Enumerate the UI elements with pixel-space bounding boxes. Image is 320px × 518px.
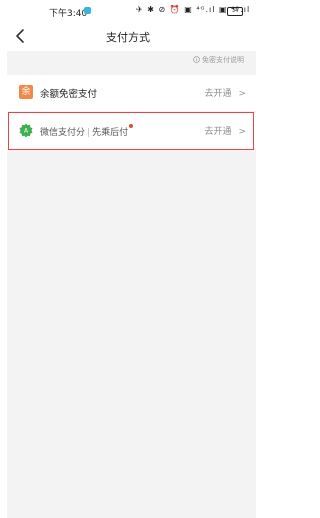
activate-label: 去开通 xyxy=(204,89,232,99)
balance-activate-button[interactable]: 去开通 > xyxy=(204,86,246,99)
balance-payment-row[interactable]: 余 余额免密支付 去开通 > xyxy=(7,75,256,111)
wechat-activate-button[interactable]: 去开通 > xyxy=(204,124,246,137)
chevron-right-icon: > xyxy=(238,127,246,137)
balance-payment-label: 余额免密支付 xyxy=(40,89,98,100)
chevron-right-icon: > xyxy=(238,89,246,99)
notification-icon xyxy=(84,7,91,14)
wechat-payscore-title: 微信支付分 xyxy=(40,128,86,138)
pay-later-label: 先乘后付 xyxy=(92,128,129,138)
payment-explain-link[interactable]: 免密支付说明 xyxy=(192,55,244,65)
battery-icon: 34 xyxy=(227,7,243,16)
balance-icon: 余 xyxy=(19,85,33,99)
payment-explain-label: 免密支付说明 xyxy=(202,56,244,64)
payment-methods-page: 免密支付说明 余 余额免密支付 去开通 > A 微信支付分 | 先乘后付 去开通 > xyxy=(7,51,256,518)
status-bar: 下午3:40 ✈ ✱ ⊘ ⏰ ▣ ⁴ᴳ.ıl ▣ ⁴ᴳ.ıl 34 xyxy=(0,0,256,22)
status-time: 下午3:40 xyxy=(49,9,88,19)
info-circle-icon xyxy=(192,56,200,63)
activate-label: 去开通 xyxy=(204,127,232,137)
page-title: 支付方式 xyxy=(106,31,150,44)
wechat-payscore-icon: A xyxy=(19,123,33,137)
label-separator: | xyxy=(87,128,91,138)
wechat-payscore-row[interactable]: A 微信支付分 | 先乘后付 去开通 > xyxy=(7,113,256,149)
wechat-payscore-label: 微信支付分 | 先乘后付 xyxy=(40,124,134,138)
notice-dot xyxy=(129,124,134,128)
nav-bar: 支付方式 xyxy=(0,22,256,50)
